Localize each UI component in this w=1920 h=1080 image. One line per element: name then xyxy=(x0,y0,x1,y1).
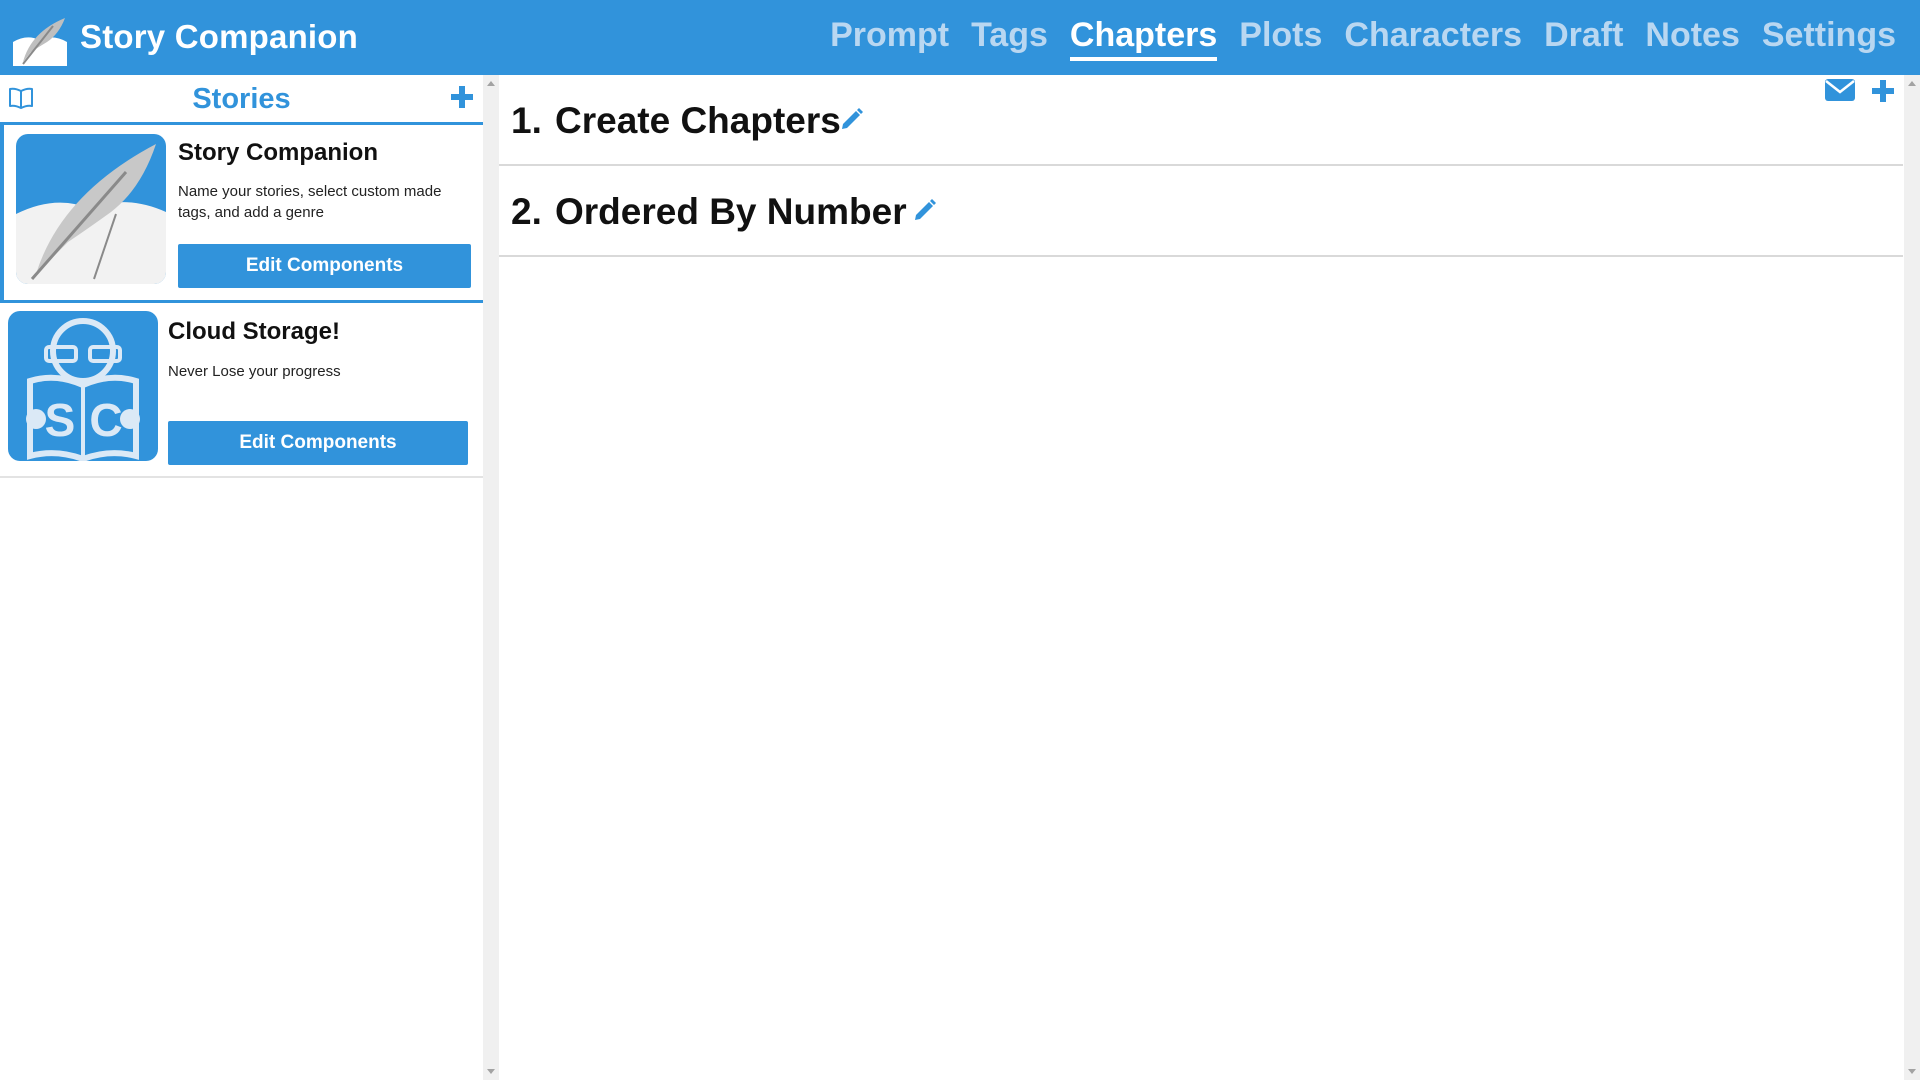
edit-components-button[interactable]: Edit Components xyxy=(168,421,468,465)
quill-feather-icon[interactable] xyxy=(9,12,70,68)
chapter-row[interactable]: 1. Create Chapters xyxy=(499,75,1903,166)
svg-text:S: S xyxy=(45,394,76,446)
nav-plots[interactable]: Plots xyxy=(1239,16,1322,61)
nav-draft[interactable]: Draft xyxy=(1544,16,1623,61)
scroll-down-arrow[interactable] xyxy=(487,1069,495,1074)
chapter-row[interactable]: 2. Ordered By Number xyxy=(499,166,1903,257)
chapter-number: 1. xyxy=(511,100,542,141)
nav-tags[interactable]: Tags xyxy=(971,16,1048,61)
scroll-up-arrow[interactable] xyxy=(487,81,495,86)
chapter-title: Ordered By Number xyxy=(555,191,907,232)
story-thumbnail: S C xyxy=(8,311,158,461)
nav-notes[interactable]: Notes xyxy=(1645,16,1739,61)
chapter-number: 2. xyxy=(511,191,542,232)
sc-reader-icon: S C xyxy=(8,311,158,461)
pencil-icon[interactable] xyxy=(839,106,865,132)
chapters-panel: 1. Create Chapters 2. Ordered By Number xyxy=(499,75,1903,1080)
sidebar-header: Stories xyxy=(0,75,483,125)
plus-icon[interactable] xyxy=(449,84,475,110)
edit-components-button[interactable]: Edit Components xyxy=(178,244,471,288)
app-title: Story Companion xyxy=(80,18,359,55)
story-description: Name your stories, select custom made ta… xyxy=(178,183,442,221)
nav-settings[interactable]: Settings xyxy=(1762,16,1896,61)
story-title: Story Companion xyxy=(178,139,379,166)
story-title: Cloud Storage! xyxy=(168,318,340,345)
story-description: Never Lose your progress xyxy=(168,363,341,380)
nav-characters[interactable]: Characters xyxy=(1344,16,1522,61)
nav-prompt[interactable]: Prompt xyxy=(830,16,949,61)
svg-text:C: C xyxy=(89,394,122,446)
app-header: Story Companion Prompt Tags Chapters Plo… xyxy=(0,0,1920,75)
sidebar-scrollbar[interactable] xyxy=(483,75,499,1080)
story-thumbnail xyxy=(16,134,166,284)
scroll-up-arrow[interactable] xyxy=(1908,81,1916,86)
main-scrollbar[interactable] xyxy=(1904,75,1920,1080)
stories-sidebar: Stories Story Companion Name your storie… xyxy=(0,75,483,1080)
sidebar-title: Stories xyxy=(192,83,291,115)
scroll-down-arrow[interactable] xyxy=(1908,1069,1916,1074)
top-nav: Prompt Tags Chapters Plots Characters Dr… xyxy=(830,16,1896,61)
chapter-title: Create Chapters xyxy=(555,100,841,141)
story-card[interactable]: Story Companion Name your stories, selec… xyxy=(0,125,483,303)
pencil-icon[interactable] xyxy=(912,197,938,223)
quill-feather-icon xyxy=(16,134,166,284)
story-card[interactable]: S C Cloud Storage! Never Lose your progr… xyxy=(0,303,483,478)
nav-chapters[interactable]: Chapters xyxy=(1069,16,1218,61)
